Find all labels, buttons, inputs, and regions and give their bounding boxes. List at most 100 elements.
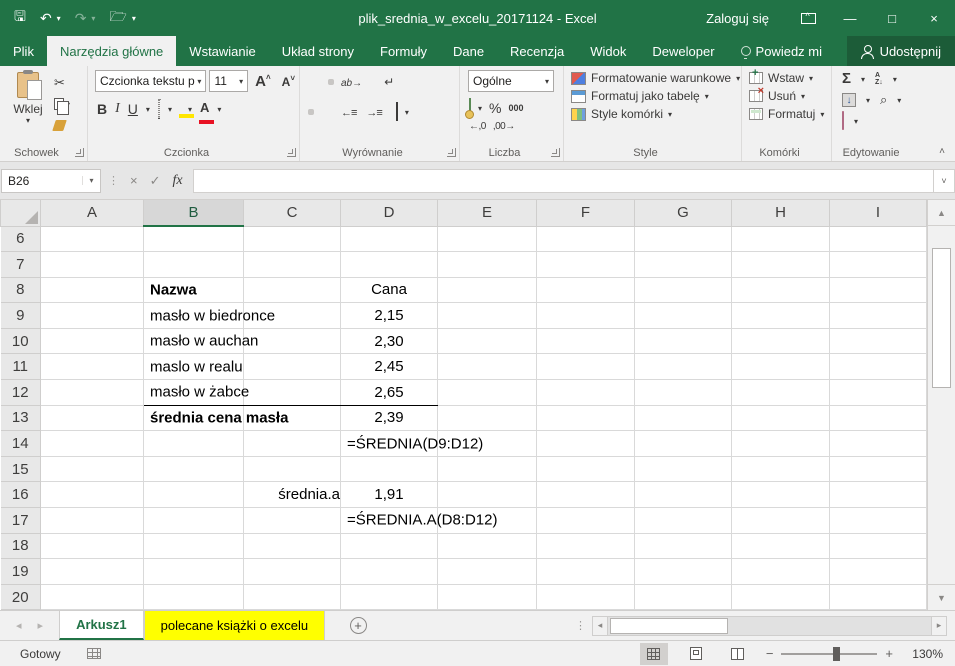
minimize-button[interactable]: —: [829, 0, 871, 36]
cell-D9[interactable]: 2,15: [341, 303, 438, 329]
cell[interactable]: [830, 533, 927, 559]
find-select-button[interactable]: ⌕: [880, 92, 887, 108]
align-bottom-button[interactable]: [328, 79, 334, 85]
cell[interactable]: [635, 456, 732, 482]
cell[interactable]: [244, 431, 341, 457]
row-header-8[interactable]: 8: [1, 277, 41, 303]
percent-format-button[interactable]: %: [489, 100, 501, 116]
cell[interactable]: [830, 431, 927, 457]
cell[interactable]: [537, 380, 635, 406]
page-break-view-button[interactable]: [724, 643, 752, 665]
cell[interactable]: [41, 456, 144, 482]
cell[interactable]: [732, 584, 830, 610]
alignment-dialog-launcher[interactable]: [447, 148, 456, 157]
fill-dropdown-icon[interactable]: ▾: [866, 96, 870, 105]
cell-D14[interactable]: =ŚREDNIA(D9:D12): [341, 431, 438, 457]
cell[interactable]: [635, 482, 732, 508]
cell-D17[interactable]: =ŚREDNIA.A(D8:D12): [341, 508, 438, 534]
sheet-tab-arkusz1[interactable]: Arkusz1: [59, 611, 144, 640]
cell[interactable]: [635, 252, 732, 278]
align-right-button[interactable]: [328, 109, 334, 115]
scroll-right-icon[interactable]: ▸: [931, 616, 947, 636]
cell[interactable]: [635, 277, 732, 303]
cell-styles-button[interactable]: Style komórki ▾: [571, 107, 741, 121]
cell[interactable]: [41, 277, 144, 303]
ribbon-display-options-button[interactable]: [787, 0, 829, 36]
borders-dropdown-icon[interactable]: ▾: [168, 105, 172, 114]
cell-B13[interactable]: średnia cena masła: [144, 405, 244, 431]
cell[interactable]: [244, 559, 341, 585]
merge-center-button[interactable]: [393, 100, 401, 124]
row-header-12[interactable]: 12: [1, 380, 41, 406]
vertical-scrollbar[interactable]: ▲ ▼: [927, 200, 955, 610]
cell[interactable]: [635, 328, 732, 354]
align-top-button[interactable]: [308, 79, 314, 85]
cell[interactable]: [438, 482, 537, 508]
cell[interactable]: [732, 328, 830, 354]
cell[interactable]: [438, 303, 537, 329]
cell[interactable]: [41, 405, 144, 431]
italic-button[interactable]: I: [115, 101, 120, 117]
add-sheet-button[interactable]: +: [343, 611, 373, 640]
increase-indent-button[interactable]: →≡: [363, 100, 384, 124]
formula-bar-handle[interactable]: ⋮: [101, 174, 126, 187]
tab-formuly[interactable]: Formuły: [367, 36, 440, 66]
cell[interactable]: [438, 559, 537, 585]
orientation-button[interactable]: ab→: [338, 70, 365, 94]
tab-splitter-handle[interactable]: ⋮: [569, 611, 592, 640]
cell[interactable]: [244, 533, 341, 559]
sort-filter-dropdown-icon[interactable]: ▾: [893, 75, 897, 84]
row-header-6[interactable]: 6: [1, 226, 41, 252]
cell-C16[interactable]: średnia.a: [244, 482, 341, 508]
tab-uklad-strony[interactable]: Układ strony: [269, 36, 367, 66]
font-size-combo[interactable]: 11▾: [209, 70, 248, 92]
underline-button[interactable]: U: [128, 101, 138, 117]
tab-plik[interactable]: Plik: [0, 36, 47, 66]
cell-B10[interactable]: masło w auchan: [144, 328, 244, 354]
delete-cells-button[interactable]: Usuń ▾: [749, 89, 831, 103]
cell[interactable]: [732, 303, 830, 329]
row-header-19[interactable]: 19: [1, 559, 41, 585]
cell[interactable]: [537, 456, 635, 482]
cell[interactable]: [438, 456, 537, 482]
cell[interactable]: [732, 482, 830, 508]
column-header-E[interactable]: E: [438, 200, 537, 226]
cell[interactable]: [830, 354, 927, 380]
format-as-table-button[interactable]: Formatuj jako tabelę ▾: [571, 89, 741, 103]
row-header-15[interactable]: 15: [1, 456, 41, 482]
cell-D13[interactable]: 2,39: [341, 405, 438, 431]
cell[interactable]: [438, 354, 537, 380]
format-cells-button[interactable]: Formatuj ▾: [749, 107, 831, 121]
cell[interactable]: [144, 252, 244, 278]
cell-B8[interactable]: Nazwa: [144, 277, 244, 303]
zoom-slider-thumb[interactable]: [833, 647, 840, 661]
cell[interactable]: [537, 431, 635, 457]
cell[interactable]: [732, 226, 830, 252]
cell[interactable]: [537, 328, 635, 354]
cell[interactable]: [635, 354, 732, 380]
cell[interactable]: [341, 456, 438, 482]
autosum-dropdown-icon[interactable]: ▾: [861, 75, 865, 84]
cell[interactable]: [41, 508, 144, 534]
wrap-text-button[interactable]: ↵: [381, 70, 397, 94]
cell[interactable]: [830, 584, 927, 610]
cell[interactable]: [732, 380, 830, 406]
zoom-slider-track[interactable]: [781, 653, 877, 655]
row-header-7[interactable]: 7: [1, 252, 41, 278]
cell[interactable]: [537, 482, 635, 508]
zoom-in-icon[interactable]: +: [885, 646, 893, 661]
decrease-indent-button[interactable]: ←≡: [338, 100, 359, 124]
column-header-B[interactable]: B: [144, 200, 244, 226]
align-middle-button[interactable]: [318, 79, 324, 85]
cell[interactable]: [537, 252, 635, 278]
cell[interactable]: [732, 405, 830, 431]
vertical-scroll-thumb[interactable]: [932, 248, 951, 388]
cell[interactable]: [537, 508, 635, 534]
cell[interactable]: [244, 508, 341, 534]
currency-dropdown-icon[interactable]: ▾: [478, 104, 482, 113]
cell[interactable]: [830, 456, 927, 482]
cell[interactable]: [244, 456, 341, 482]
scroll-down-icon[interactable]: ▼: [928, 584, 955, 610]
scroll-up-icon[interactable]: ▲: [928, 200, 955, 226]
cell[interactable]: [41, 482, 144, 508]
